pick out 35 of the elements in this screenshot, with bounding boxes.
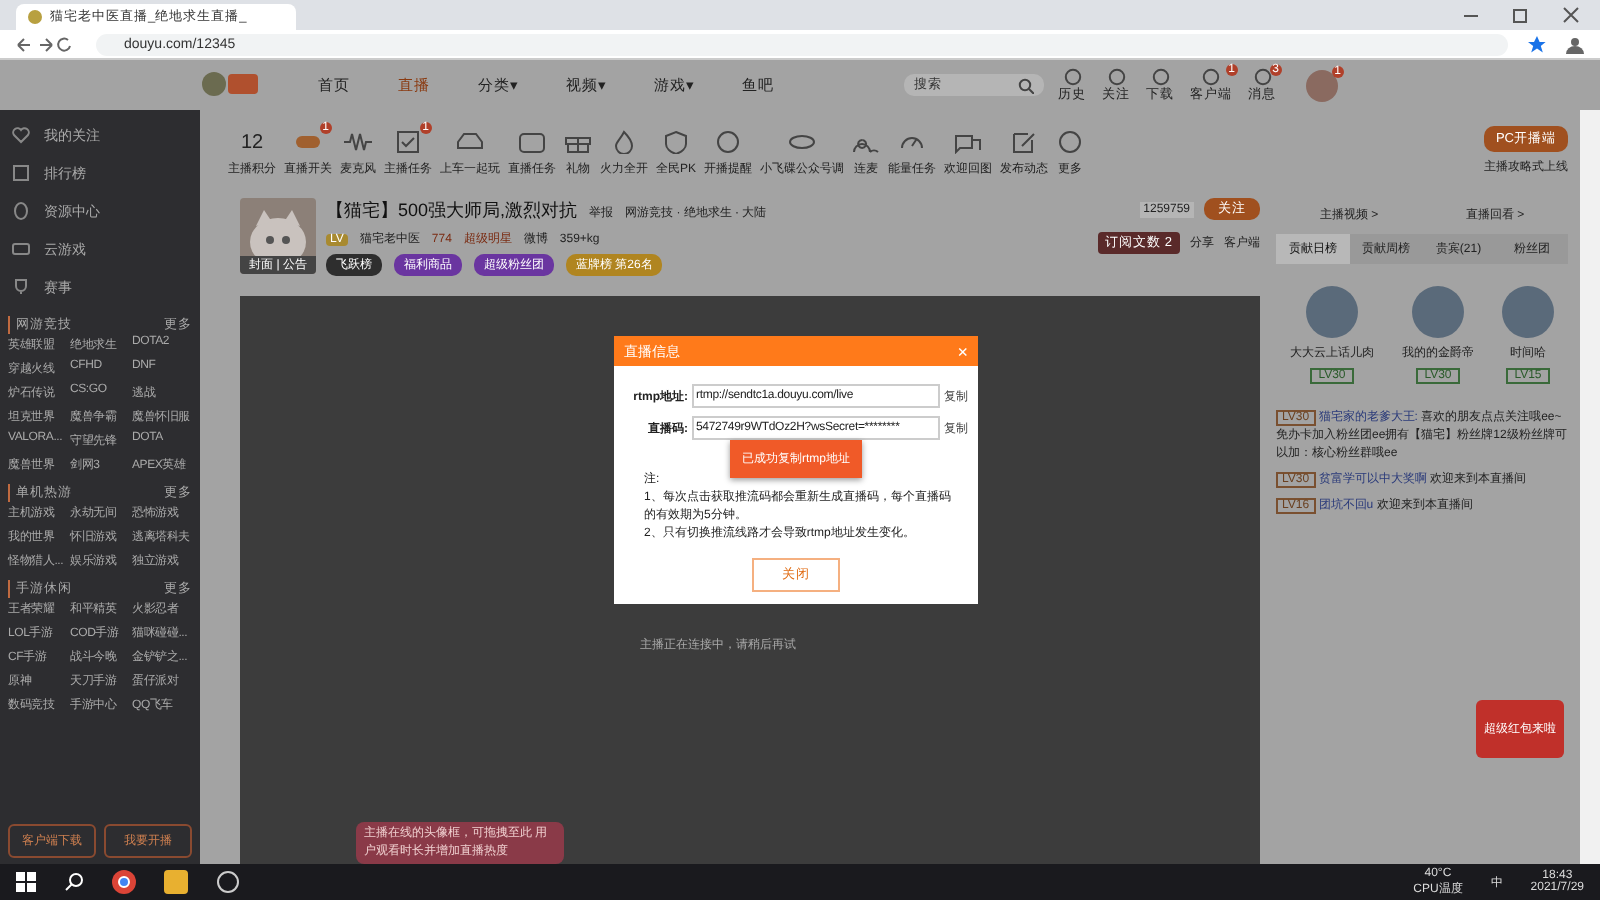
capsule-icon — [12, 202, 30, 220]
circle-icon — [1253, 67, 1271, 85]
gamepad-icon — [12, 240, 30, 258]
search-icon[interactable] — [64, 872, 84, 892]
score-value: 12 — [240, 131, 264, 153]
star-icon[interactable] — [1528, 35, 1546, 53]
profile-icon[interactable] — [1566, 35, 1584, 53]
trophy-icon — [12, 278, 30, 296]
video-player[interactable] — [240, 296, 1260, 864]
favicon-icon — [28, 10, 42, 24]
flame-icon — [610, 130, 638, 154]
toggle-icon — [294, 130, 322, 154]
checklist-icon — [394, 130, 422, 154]
windows-start-icon[interactable] — [16, 872, 36, 892]
ufo-icon — [788, 130, 817, 154]
app-taskbar-icon[interactable] — [216, 870, 240, 894]
close-icon[interactable] — [1562, 6, 1580, 24]
circle-icon — [1202, 67, 1220, 85]
chrome-taskbar-icon[interactable] — [112, 870, 136, 894]
tv-icon — [518, 130, 546, 154]
restore-icon[interactable] — [1512, 6, 1530, 24]
stream-title: 【猫宅】500强大师局,激烈对抗 — [326, 198, 578, 224]
wave-icon — [344, 130, 372, 154]
edit-icon — [1010, 130, 1039, 154]
scrollbar[interactable] — [1580, 110, 1600, 864]
circle-icon — [1107, 67, 1125, 85]
clock-icon — [714, 130, 743, 154]
car-icon — [456, 130, 484, 154]
circle-icon — [1063, 67, 1081, 85]
navigation-icon[interactable] — [16, 35, 76, 53]
heart-icon — [12, 126, 30, 144]
shield-icon — [662, 130, 690, 154]
board-icon — [12, 164, 30, 182]
chat-icon — [954, 130, 983, 154]
circle-icon — [1151, 67, 1169, 85]
